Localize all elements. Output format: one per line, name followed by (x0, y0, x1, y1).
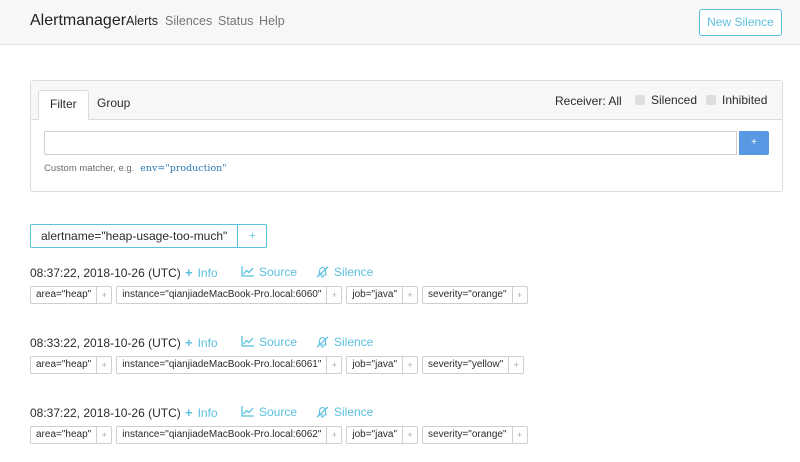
new-silence-button[interactable]: New Silence (699, 9, 782, 36)
label-chip: instance="qianjiadeMacBook-Pro.local:606… (116, 286, 343, 304)
label-text[interactable]: instance="qianjiadeMacBook-Pro.local:606… (117, 357, 328, 373)
label-chip: area="heap" + (30, 356, 113, 374)
silenced-checkbox[interactable]: Silenced (635, 93, 697, 107)
plus-icon: + (185, 405, 193, 420)
label-add-button[interactable]: + (97, 427, 111, 443)
label-chip: severity="orange" + (422, 426, 528, 444)
silence-label: Silence (334, 265, 374, 279)
source-label: Source (259, 405, 298, 419)
info-button[interactable]: + Info (185, 335, 218, 350)
source-button[interactable]: Source (241, 405, 297, 419)
label-add-button[interactable]: + (513, 287, 527, 303)
info-button[interactable]: + Info (185, 265, 218, 280)
label-add-button[interactable]: + (403, 287, 417, 303)
matcher-input[interactable] (44, 131, 737, 155)
filter-card: Filter Group Receiver: All Silenced Inhi… (30, 80, 783, 192)
matcher-hint-example: env="production" (140, 163, 227, 174)
silenced-checkbox-box[interactable] (635, 94, 645, 105)
alert-time: 08:33:22, 2018-10-26 (UTC) (30, 336, 181, 350)
nav-help[interactable]: Help (259, 14, 285, 28)
label-add-button[interactable]: + (403, 357, 417, 373)
brand-logo[interactable]: Alertmanager (30, 12, 126, 30)
label-text[interactable]: severity="orange" (423, 427, 513, 443)
plus-icon: + (185, 335, 193, 350)
label-add-button[interactable]: + (509, 357, 523, 373)
label-add-button[interactable]: + (403, 427, 417, 443)
inhibited-checkbox-box[interactable] (706, 94, 716, 105)
silence-button[interactable]: Silence (316, 265, 373, 279)
source-label: Source (259, 265, 298, 279)
label-chip: instance="qianjiadeMacBook-Pro.local:606… (116, 356, 343, 374)
add-matcher-button[interactable]: + (739, 131, 769, 155)
label-text[interactable]: area="heap" (31, 287, 98, 303)
inhibited-checkbox[interactable]: Inhibited (706, 93, 767, 107)
group-button: alertname="heap-usage-too-much" + (30, 224, 268, 248)
label-text[interactable]: area="heap" (31, 357, 98, 373)
nav-status[interactable]: Status (218, 14, 253, 28)
receiver-selector[interactable]: Receiver: All (555, 94, 622, 108)
info-label: Info (197, 406, 218, 420)
label-chip: severity="yellow" + (422, 356, 525, 374)
label-text[interactable]: area="heap" (31, 427, 98, 443)
label-text[interactable]: job="java" (347, 287, 404, 303)
nav-alerts[interactable]: Alerts (126, 14, 158, 28)
plus-icon: + (185, 265, 193, 280)
label-chip: job="java" + (346, 356, 419, 374)
alert-time: 08:37:22, 2018-10-26 (UTC) (30, 266, 181, 280)
label-chip: severity="orange" + (422, 286, 528, 304)
bell-slash-icon (316, 406, 329, 418)
label-add-button[interactable]: + (327, 427, 341, 443)
group-add-button[interactable]: + (238, 225, 266, 247)
label-text[interactable]: severity="yellow" (423, 357, 510, 373)
label-add-button[interactable]: + (327, 287, 341, 303)
chart-icon (241, 406, 254, 417)
navbar: Alertmanager Alerts Silences Status Help… (0, 0, 800, 45)
label-add-button[interactable]: + (97, 287, 111, 303)
bell-slash-icon (316, 336, 329, 348)
label-text[interactable]: job="java" (347, 427, 404, 443)
bell-slash-icon (316, 266, 329, 278)
label-chip: instance="qianjiadeMacBook-Pro.local:606… (116, 426, 343, 444)
chart-icon (241, 336, 254, 347)
group-label[interactable]: alertname="heap-usage-too-much" (31, 225, 239, 247)
label-text[interactable]: job="java" (347, 357, 404, 373)
nav-silences[interactable]: Silences (165, 14, 212, 28)
label-chip: job="java" + (346, 286, 419, 304)
alert-time: 08:37:22, 2018-10-26 (UTC) (30, 406, 181, 420)
silence-label: Silence (334, 335, 374, 349)
matcher-hint-text: Custom matcher, e.g. (44, 163, 135, 174)
silence-button[interactable]: Silence (316, 405, 373, 419)
alert-labels: area="heap" + instance="qianjiadeMacBook-… (30, 356, 528, 374)
inhibited-checkbox-label: Inhibited (722, 93, 768, 107)
tab-group[interactable]: Group (86, 90, 141, 119)
silence-button[interactable]: Silence (316, 335, 373, 349)
label-add-button[interactable]: + (513, 427, 527, 443)
chart-icon (241, 266, 254, 277)
source-button[interactable]: Source (241, 265, 297, 279)
tab-filter[interactable]: Filter (38, 90, 89, 120)
silence-label: Silence (334, 405, 374, 419)
label-chip: area="heap" + (30, 426, 113, 444)
alert-labels: area="heap" + instance="qianjiadeMacBook-… (30, 286, 532, 304)
info-button[interactable]: + Info (185, 405, 218, 420)
silenced-checkbox-label: Silenced (651, 93, 698, 107)
label-chip: area="heap" + (30, 286, 113, 304)
source-button[interactable]: Source (241, 335, 297, 349)
label-add-button[interactable]: + (327, 357, 341, 373)
alert-labels: area="heap" + instance="qianjiadeMacBook-… (30, 426, 532, 444)
source-label: Source (259, 335, 298, 349)
label-add-button[interactable]: + (97, 357, 111, 373)
matcher-hint: Custom matcher, e.g. env="production" (44, 163, 227, 174)
label-chip: job="java" + (346, 426, 419, 444)
info-label: Info (197, 336, 218, 350)
filter-card-header: Filter Group Receiver: All Silenced Inhi… (31, 81, 782, 120)
label-text[interactable]: severity="orange" (423, 287, 513, 303)
label-text[interactable]: instance="qianjiadeMacBook-Pro.local:606… (117, 287, 328, 303)
label-text[interactable]: instance="qianjiadeMacBook-Pro.local:606… (117, 427, 328, 443)
info-label: Info (197, 266, 218, 280)
